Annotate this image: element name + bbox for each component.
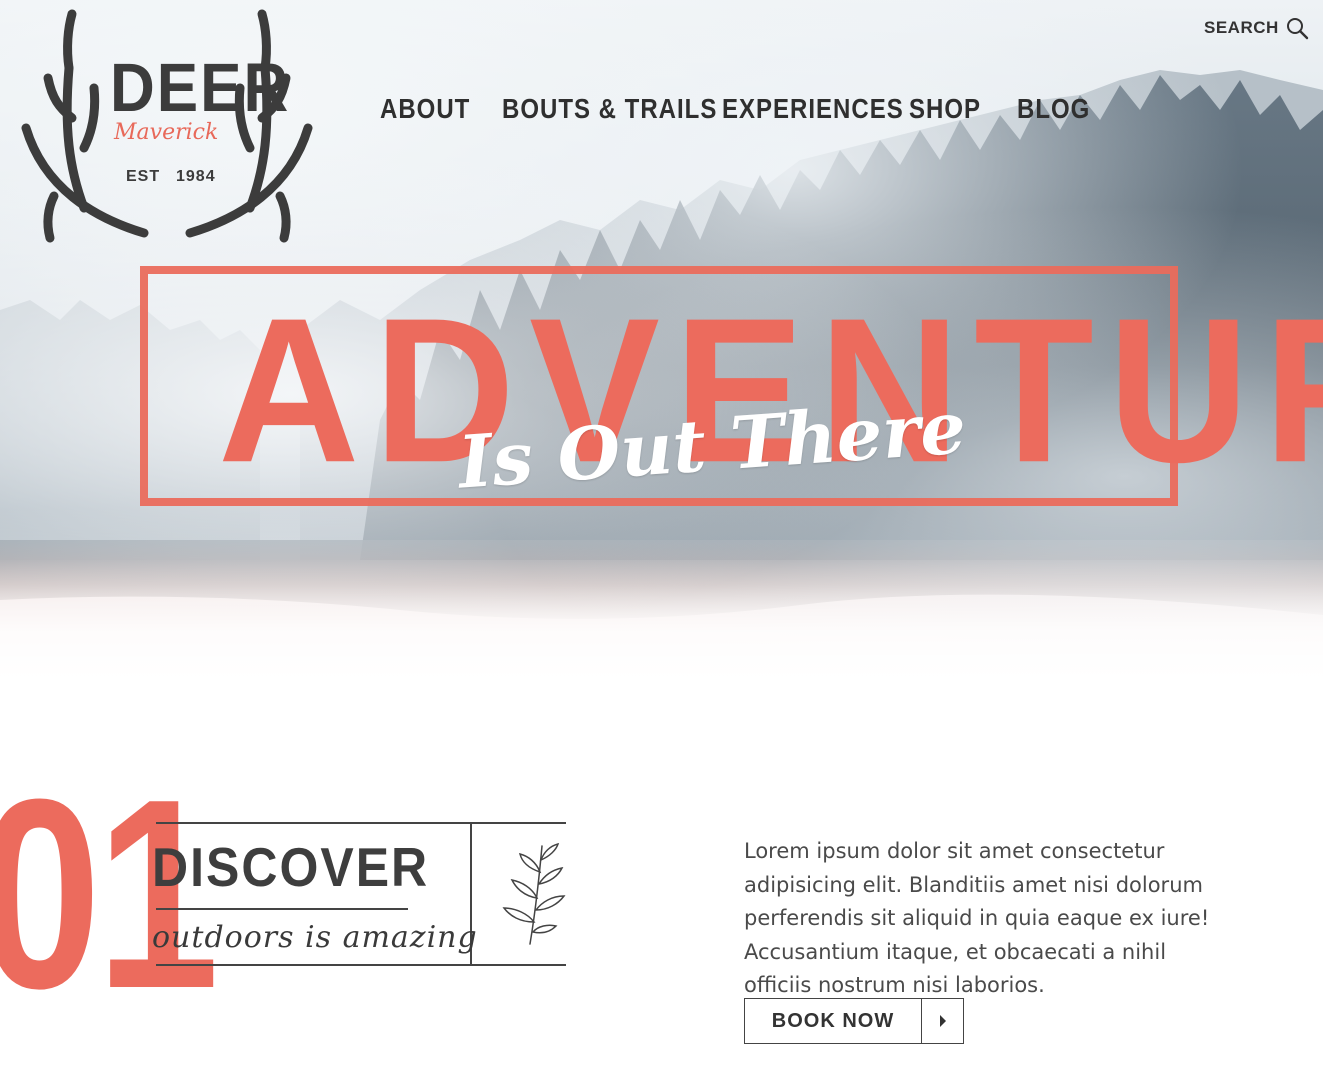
nav-item-bouts-trails[interactable]: BOUTS & TRAILS xyxy=(502,94,717,126)
nav-item-about[interactable]: ABOUT xyxy=(380,94,470,126)
brand-year: 1984 xyxy=(176,168,216,185)
nav-item-shop[interactable]: SHOP xyxy=(909,94,981,126)
leaf-icon xyxy=(502,842,566,945)
divider xyxy=(156,908,408,910)
brand-est: EST xyxy=(126,168,161,185)
nav-item-blog[interactable]: BLOG xyxy=(1017,94,1090,126)
brand-script: Maverick xyxy=(114,120,219,145)
brand-logo[interactable]: DEER Maverick EST 1984 xyxy=(14,8,320,248)
search-label: SEARCH xyxy=(1204,18,1279,37)
book-now-button[interactable]: BOOK NOW xyxy=(744,998,964,1044)
section-title: DISCOVER xyxy=(152,836,430,899)
hero-banner: DEER Maverick EST 1984 SEARCH ABOUT BOUT… xyxy=(0,0,1323,680)
hero-fade xyxy=(0,560,1323,680)
nav-item-experiences[interactable]: EXPERIENCES xyxy=(722,94,904,126)
brand-name: DEER xyxy=(110,50,291,127)
search-icon xyxy=(1286,18,1308,40)
search-button[interactable]: SEARCH xyxy=(1204,16,1309,40)
section-subtitle: outdoors is amazing xyxy=(152,920,478,955)
arrow-right-icon xyxy=(922,999,963,1043)
discover-card: DISCOVER outdoors is amazing xyxy=(152,822,566,966)
divider xyxy=(156,964,566,966)
divider xyxy=(156,822,566,824)
book-now-label: BOOK NOW xyxy=(745,999,922,1043)
section-body: Lorem ipsum dolor sit amet consectetur a… xyxy=(744,839,1210,997)
